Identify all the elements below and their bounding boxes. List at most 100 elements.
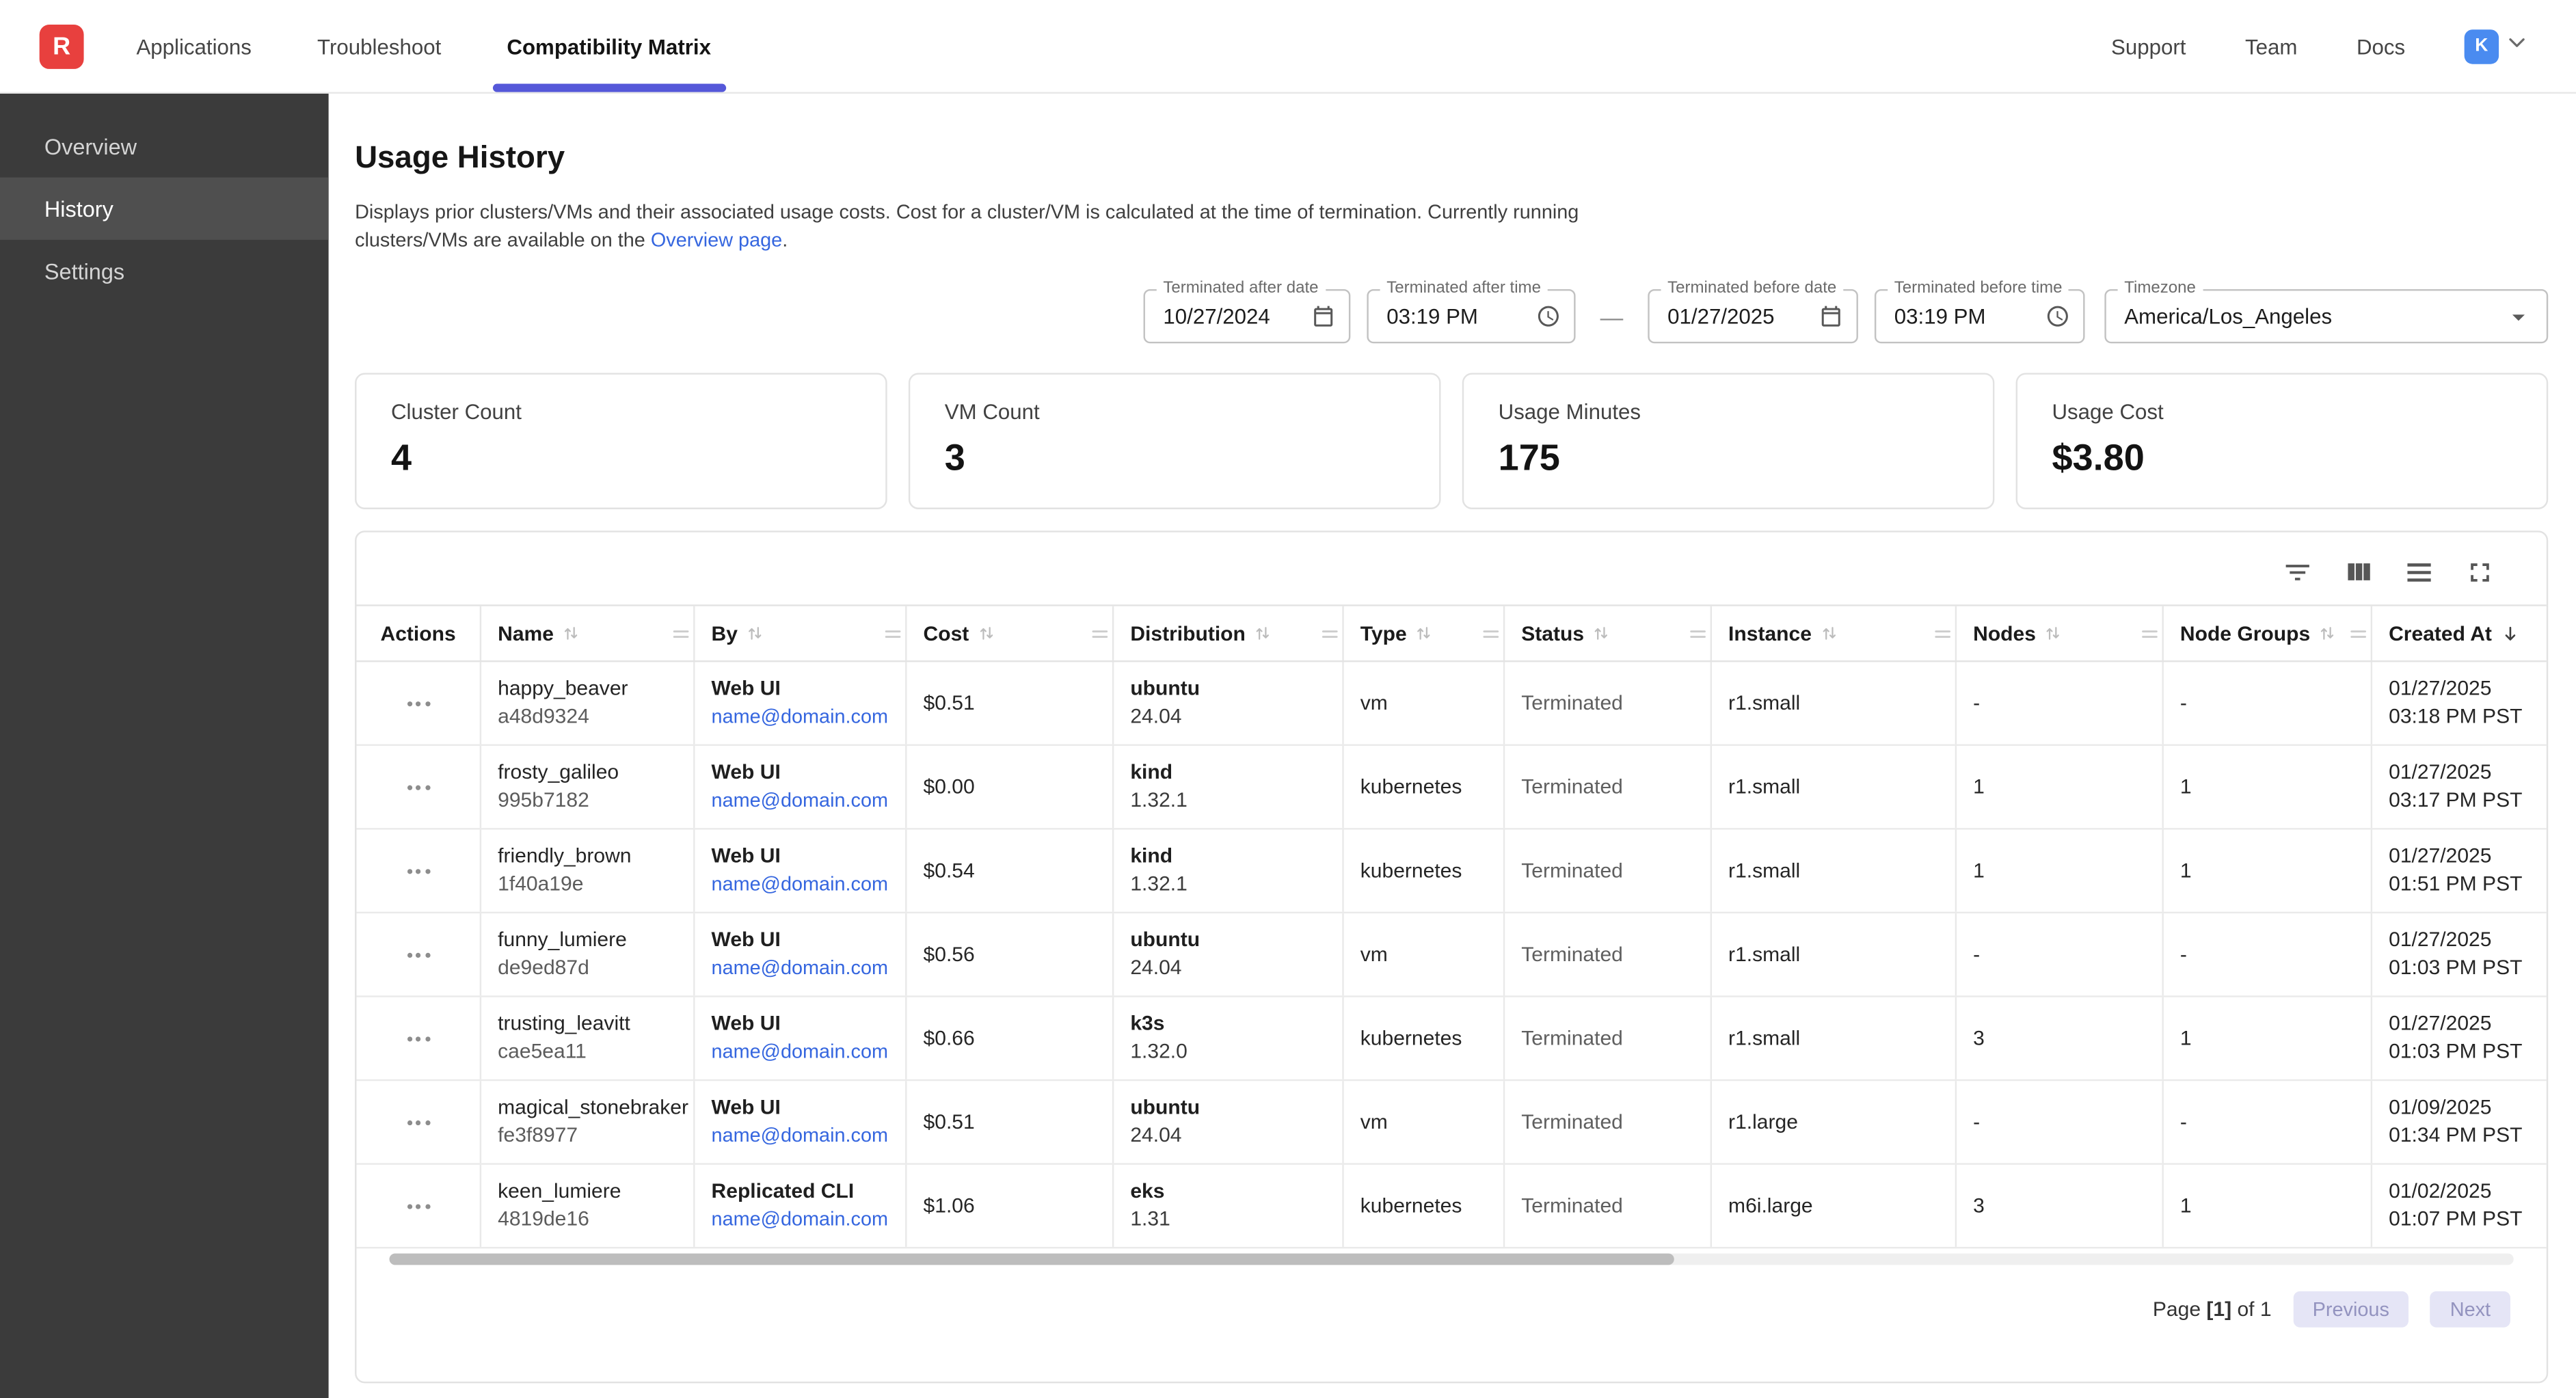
cell-nodes: - — [1957, 1081, 2164, 1163]
calendar-icon[interactable] — [1311, 304, 1336, 329]
scrollbar-thumb[interactable] — [390, 1254, 1675, 1265]
by-email-link[interactable]: name@domain.com — [712, 789, 889, 814]
cell-actions — [356, 997, 481, 1079]
cell-instance: r1.small — [1712, 746, 1957, 828]
cell-by: Web UI name@domain.com — [695, 830, 907, 912]
caret-down-icon[interactable] — [2504, 301, 2533, 331]
fullscreen-icon[interactable] — [2463, 555, 2497, 589]
column-separator-icon[interactable] — [884, 624, 902, 642]
sort-icon[interactable] — [746, 624, 764, 642]
nav-team[interactable]: Team — [2245, 33, 2297, 58]
sort-icon[interactable] — [1592, 624, 1610, 642]
sort-icon[interactable] — [1254, 624, 1272, 642]
ellipsis-icon[interactable] — [390, 1190, 446, 1222]
column-separator-icon[interactable] — [1482, 624, 1500, 642]
avatar-letter: K — [2475, 36, 2488, 56]
sidebar-item-settings[interactable]: Settings — [0, 240, 329, 302]
instance-value: r1.small — [1728, 1026, 1939, 1051]
col-header-node-groups[interactable]: Node Groups — [2164, 606, 2372, 660]
ellipsis-icon[interactable] — [390, 855, 446, 887]
distribution-name: ubuntu — [1130, 676, 1326, 701]
stat-label: Cluster Count — [391, 399, 851, 424]
terminated-after-time-field[interactable]: Terminated after time 03:19 PM — [1367, 289, 1575, 343]
by-source: Web UI — [712, 1095, 889, 1120]
cell-type: vm — [1344, 662, 1505, 744]
sort-icon[interactable] — [562, 624, 580, 642]
terminated-before-date-field[interactable]: Terminated before date 01/27/2025 — [1648, 289, 1858, 343]
col-label: By — [712, 622, 738, 645]
previous-page-button[interactable]: Previous — [2293, 1291, 2409, 1328]
created-time: 01:51 PM PST — [2389, 873, 2530, 898]
col-header-cost[interactable]: Cost — [907, 606, 1114, 660]
col-header-type[interactable]: Type — [1344, 606, 1505, 660]
filter-icon[interactable] — [2281, 555, 2315, 589]
sidebar-item-overview[interactable]: Overview — [0, 115, 329, 177]
terminated-after-date-value: 10/27/2024 — [1163, 304, 1311, 329]
col-header-by[interactable]: By — [695, 606, 907, 660]
clock-icon[interactable] — [1536, 304, 1561, 329]
cell-instance: r1.large — [1712, 1081, 1957, 1163]
col-header-instance[interactable]: Instance — [1712, 606, 1957, 660]
avatar[interactable]: K — [2465, 29, 2499, 63]
stat-label: Usage Minutes — [1499, 399, 1959, 424]
terminated-after-date-field[interactable]: Terminated after date 10/27/2024 — [1144, 289, 1351, 343]
by-email-link[interactable]: name@domain.com — [712, 1040, 889, 1065]
sort-icon[interactable] — [1820, 624, 1838, 642]
by-email-link[interactable]: name@domain.com — [712, 705, 889, 730]
column-separator-icon[interactable] — [2349, 624, 2367, 642]
table-row: keen_lumiere 4819de16 Replicated CLI nam… — [356, 1165, 2546, 1249]
col-header-status[interactable]: Status — [1505, 606, 1712, 660]
clock-icon[interactable] — [2045, 304, 2070, 329]
sort-icon[interactable] — [2318, 624, 2336, 642]
sort-icon[interactable] — [2044, 624, 2062, 642]
column-separator-icon[interactable] — [672, 624, 690, 642]
nav-compatibility-matrix[interactable]: Compatibility Matrix — [507, 0, 711, 92]
by-email-link[interactable]: name@domain.com — [712, 1124, 889, 1148]
sort-icon[interactable] — [977, 624, 995, 642]
ellipsis-icon[interactable] — [390, 771, 446, 803]
user-menu[interactable]: K — [2465, 29, 2530, 63]
stat-value: $3.80 — [2052, 437, 2512, 479]
by-email-link[interactable]: name@domain.com — [712, 873, 889, 898]
nav-support[interactable]: Support — [2111, 33, 2186, 58]
distribution-name: eks — [1130, 1179, 1326, 1204]
table-header-row: Actions Name By Cost Distribution Type S… — [356, 604, 2546, 662]
cluster-id: a48d9324 — [498, 705, 677, 730]
col-header-created-at[interactable]: Created At — [2372, 606, 2547, 660]
by-email-link[interactable]: name@domain.com — [712, 956, 889, 981]
nav-docs[interactable]: Docs — [2357, 33, 2405, 58]
nav-troubleshoot[interactable]: Troubleshoot — [317, 0, 441, 92]
column-separator-icon[interactable] — [2141, 624, 2158, 642]
nav-applications[interactable]: Applications — [136, 0, 251, 92]
sort-desc-icon[interactable] — [2500, 623, 2520, 643]
columns-icon[interactable] — [2341, 555, 2375, 589]
column-separator-icon[interactable] — [1689, 624, 1706, 642]
column-separator-icon[interactable] — [1933, 624, 1951, 642]
density-icon[interactable] — [2402, 555, 2436, 589]
terminated-before-time-field[interactable]: Terminated before time 03:19 PM — [1875, 289, 2085, 343]
cell-type: vm — [1344, 1081, 1505, 1163]
ellipsis-icon[interactable] — [390, 939, 446, 970]
ellipsis-icon[interactable] — [390, 1023, 446, 1054]
column-separator-icon[interactable] — [1091, 624, 1109, 642]
col-header-name[interactable]: Name — [481, 606, 695, 660]
col-header-distribution[interactable]: Distribution — [1114, 606, 1343, 660]
type-value: vm — [1360, 691, 1487, 716]
overview-page-link[interactable]: Overview page — [651, 228, 782, 251]
ellipsis-icon[interactable] — [390, 1106, 446, 1138]
calendar-icon[interactable] — [1819, 304, 1843, 329]
ellipsis-icon[interactable] — [390, 688, 446, 719]
by-email-link[interactable]: name@domain.com — [712, 1208, 889, 1233]
distribution-name: k3s — [1130, 1012, 1326, 1036]
table-row: friendly_brown 1f40a19e Web UI name@doma… — [356, 830, 2546, 914]
col-header-nodes[interactable]: Nodes — [1957, 606, 2164, 660]
filter-bar: Terminated after date 10/27/2024 Termina… — [355, 289, 2548, 343]
timezone-select[interactable]: Timezone America/Los_Angeles — [2104, 289, 2548, 343]
column-separator-icon[interactable] — [1321, 624, 1339, 642]
cell-instance: r1.small — [1712, 997, 1957, 1079]
sort-icon[interactable] — [1415, 624, 1433, 642]
replicated-logo[interactable]: R — [40, 24, 84, 68]
chevron-down-icon[interactable] — [2504, 29, 2530, 63]
next-page-button[interactable]: Next — [2430, 1291, 2510, 1328]
sidebar-item-history[interactable]: History — [0, 178, 329, 240]
